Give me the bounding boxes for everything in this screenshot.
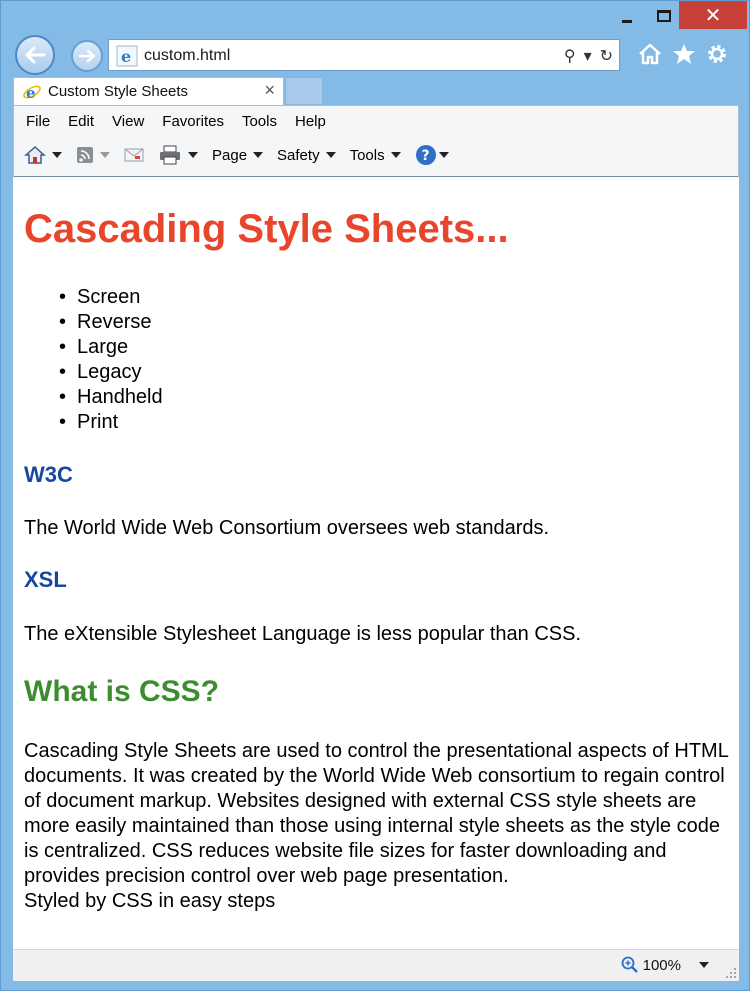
home-icon xyxy=(639,43,661,65)
page-content: Cascading Style Sheets... Screen Reverse… xyxy=(13,177,739,949)
print-icon xyxy=(160,145,180,165)
address-bar[interactable]: e custom.html ⚲ ▾ ↻ xyxy=(108,39,620,71)
ie-logo-icon: e xyxy=(116,45,138,67)
list-item: Screen xyxy=(59,285,163,310)
gear-icon xyxy=(708,45,726,63)
home-icon xyxy=(24,145,46,164)
tab-title: Custom Style Sheets xyxy=(48,83,189,100)
browser-window: ✕ e custom.html ⚲ ▾ ↻ e Custom Style She… xyxy=(0,0,750,991)
forward-arrow-icon xyxy=(78,49,96,63)
chevron-down-icon xyxy=(438,152,449,158)
minimize-button[interactable] xyxy=(605,1,649,31)
url-text[interactable]: custom.html xyxy=(144,47,230,65)
footer-text: Styled by CSS in easy steps xyxy=(24,890,276,912)
svg-text:e: e xyxy=(121,47,131,66)
menu-tools[interactable]: Tools xyxy=(242,113,277,130)
zoom-level: 100% xyxy=(642,956,681,974)
chevron-down-icon xyxy=(390,152,401,158)
maximize-button[interactable] xyxy=(649,1,679,31)
list-item: Large xyxy=(59,335,163,360)
page-menu[interactable]: Page xyxy=(212,146,264,164)
svg-text:e: e xyxy=(26,84,36,102)
menu-file[interactable]: File xyxy=(26,113,50,130)
list-item: Reverse xyxy=(59,310,163,335)
w3c-heading: W3C xyxy=(24,462,73,487)
chevron-down-icon xyxy=(253,152,264,158)
close-window-button[interactable]: ✕ xyxy=(679,1,747,29)
feeds-command[interactable] xyxy=(76,146,110,164)
chevron-down-icon xyxy=(100,152,110,158)
chevron-down-icon[interactable]: ▾ xyxy=(584,46,592,66)
close-tab-icon[interactable]: × xyxy=(264,80,275,101)
safety-menu[interactable]: Safety xyxy=(277,147,336,164)
resize-grip-icon[interactable] xyxy=(725,967,737,979)
status-bar: 100% xyxy=(13,949,739,981)
ie-logo-icon: e xyxy=(23,84,41,102)
home-command[interactable] xyxy=(24,145,62,165)
chevron-down-icon[interactable] xyxy=(699,962,709,968)
tools-menu[interactable]: Tools xyxy=(350,147,401,164)
back-arrow-icon xyxy=(25,46,46,64)
refresh-icon[interactable]: ↻ xyxy=(600,46,613,66)
svg-text:?: ? xyxy=(421,148,429,164)
minimize-icon xyxy=(622,19,632,23)
list-item: Handheld xyxy=(59,385,163,410)
command-bar: Page Safety Tools ? xyxy=(24,144,463,166)
browser-toolbars: File Edit View Favorites Tools Help Page… xyxy=(13,105,739,177)
page-menu-label: Page xyxy=(212,146,248,164)
w3c-paragraph: The World Wide Web Consortium oversees w… xyxy=(24,517,550,539)
css-heading: What is CSS? xyxy=(24,675,220,708)
chevron-down-icon xyxy=(188,152,198,158)
settings-button[interactable] xyxy=(705,39,729,69)
zoom-icon xyxy=(621,956,638,973)
forward-button[interactable] xyxy=(71,40,103,72)
css-paragraph: Cascading Style Sheets are used to contr… xyxy=(24,739,734,914)
zoom-control[interactable]: 100% xyxy=(621,956,709,974)
list-item: Legacy xyxy=(59,360,163,385)
close-icon: ✕ xyxy=(704,3,722,27)
help-icon: ? xyxy=(415,145,436,165)
xsl-heading: XSL xyxy=(24,567,67,592)
page-title: Cascading Style Sheets... xyxy=(24,207,509,251)
menu-view[interactable]: View xyxy=(112,113,144,130)
mail-icon xyxy=(124,148,144,162)
safety-menu-label: Safety xyxy=(277,146,320,164)
list-item: Print xyxy=(59,410,163,435)
xsl-paragraph: The eXtensible Stylesheet Language is le… xyxy=(24,623,582,645)
chevron-down-icon xyxy=(52,152,62,158)
media-list: Screen Reverse Large Legacy Handheld Pri… xyxy=(59,285,163,435)
print-command[interactable] xyxy=(158,145,198,165)
favorites-button[interactable] xyxy=(671,39,697,69)
back-button[interactable] xyxy=(15,35,55,75)
tools-menu-label: Tools xyxy=(349,146,385,164)
feeds-icon xyxy=(77,147,93,163)
menu-edit[interactable]: Edit xyxy=(68,113,94,130)
home-button[interactable] xyxy=(637,39,663,69)
help-menu[interactable]: ? xyxy=(415,144,449,166)
star-icon xyxy=(673,44,695,64)
search-icon[interactable]: ⚲ xyxy=(564,46,576,66)
menu-bar: File Edit View Favorites Tools Help xyxy=(26,113,326,130)
chevron-down-icon xyxy=(325,152,336,158)
maximize-icon xyxy=(657,10,671,22)
menu-favorites[interactable]: Favorites xyxy=(162,113,224,130)
tab-custom-style-sheets[interactable]: e Custom Style Sheets × xyxy=(13,77,284,105)
mail-command[interactable] xyxy=(124,147,144,163)
new-tab-button[interactable] xyxy=(285,77,323,105)
menu-help[interactable]: Help xyxy=(295,113,326,130)
css-description: Cascading Style Sheets are used to contr… xyxy=(24,740,729,887)
